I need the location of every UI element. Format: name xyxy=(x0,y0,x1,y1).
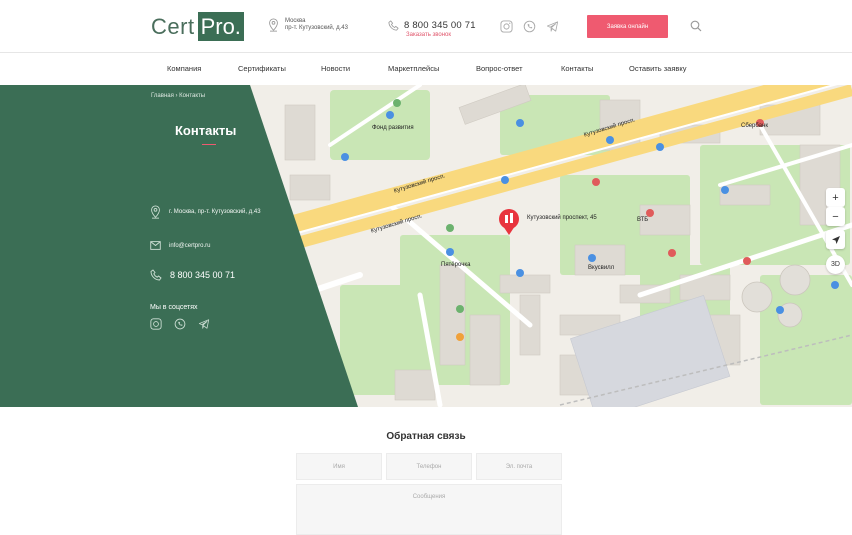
poi-label: Фонд развития xyxy=(372,125,414,131)
nav-item-leave-request[interactable]: Оставить заявку xyxy=(629,64,686,73)
whatsapp-icon[interactable] xyxy=(523,20,536,33)
nav-item-contacts[interactable]: Контакты xyxy=(561,64,593,73)
search-icon[interactable] xyxy=(690,20,702,32)
phone-icon xyxy=(150,269,162,281)
address-street: пр-т. Кутузовский, д.43 xyxy=(285,25,348,31)
logo-cert: Cert xyxy=(151,13,195,39)
header-address: Москва пр-т. Кутузовский, д.43 xyxy=(268,18,348,32)
zoom-in-button[interactable]: + xyxy=(826,188,845,207)
header-socials xyxy=(500,20,559,33)
whatsapp-icon[interactable] xyxy=(174,318,186,330)
nav-item-news[interactable]: Новости xyxy=(321,64,350,73)
page-title: Контакты xyxy=(175,123,237,138)
nav-item-marketplaces[interactable]: Маркетплейсы xyxy=(388,64,439,73)
apply-online-button[interactable]: Заявка онлайн xyxy=(587,15,668,38)
telegram-icon[interactable] xyxy=(546,20,559,33)
address-city: Москва xyxy=(285,18,306,24)
contacts-panel: Главная › Контакты Контакты г. Москва, п… xyxy=(0,85,360,407)
page: Cert Pro. Москва пр-т. Кутузовский, д.43… xyxy=(0,0,852,535)
contact-phone-text[interactable]: 8 800 345 00 71 xyxy=(170,270,235,280)
phone-number[interactable]: 8 800 345 00 71 xyxy=(404,20,476,31)
contacts-hero: Кутузовский просп. Кутузовский просп. Ку… xyxy=(0,85,852,407)
contact-address-text: г. Москва, пр-т. Кутузовский, д.43 xyxy=(169,209,261,215)
contact-phone[interactable]: 8 800 345 00 71 xyxy=(150,269,235,281)
title-underline xyxy=(202,144,216,145)
location-pin-icon xyxy=(269,18,278,32)
email-field[interactable]: Эл. почта xyxy=(476,453,562,480)
feedback-title: Обратная связь xyxy=(386,431,466,442)
contact-address: г. Москва, пр-т. Кутузовский, д.43 xyxy=(150,205,261,219)
zoom-out-button[interactable]: − xyxy=(826,207,845,226)
3d-button[interactable]: 3D xyxy=(826,255,845,274)
nav-item-certificates[interactable]: Сертификаты xyxy=(238,64,286,73)
telegram-icon[interactable] xyxy=(198,318,210,330)
poi-label: ВТБ xyxy=(637,217,649,223)
name-field[interactable]: Имя xyxy=(296,453,382,480)
message-field[interactable]: Сообщения xyxy=(296,484,562,535)
callback-link[interactable]: Заказать звонок xyxy=(406,32,451,38)
logo[interactable]: Cert Pro. xyxy=(151,12,244,41)
poi-label: Пятёрочка xyxy=(441,262,471,268)
contact-email[interactable]: info@certpro.ru xyxy=(150,241,210,250)
poi-label: Вкусвилл xyxy=(588,265,615,271)
logo-pro: Pro. xyxy=(197,12,244,41)
instagram-icon[interactable] xyxy=(150,318,162,330)
location-pin-icon xyxy=(151,205,160,219)
instagram-icon[interactable] xyxy=(500,20,513,33)
breadcrumb[interactable]: Главная › Контакты xyxy=(151,93,205,99)
phone-icon xyxy=(388,20,399,31)
contact-email-text[interactable]: info@certpro.ru xyxy=(169,243,210,249)
nav-item-company[interactable]: Компания xyxy=(167,64,201,73)
poi-label: Сбербанк xyxy=(741,123,768,129)
navigation-arrow-icon xyxy=(831,235,840,244)
panel-socials xyxy=(150,318,210,330)
mail-icon xyxy=(150,241,161,250)
nav-item-faq[interactable]: Вопрос-ответ xyxy=(476,64,523,73)
marker-label: Кутузовский проспект, 45 xyxy=(527,215,597,221)
socials-title: Мы в соцсетях xyxy=(150,304,198,311)
site-header: Cert Pro. Москва пр-т. Кутузовский, д.43… xyxy=(0,0,852,53)
main-nav: Компания Сертификаты Новости Маркетплейс… xyxy=(0,53,852,85)
locate-button[interactable] xyxy=(826,230,845,249)
phone-field[interactable]: Телефон xyxy=(386,453,472,480)
header-phone[interactable]: 8 800 345 00 71 Заказать звонок xyxy=(388,20,476,38)
